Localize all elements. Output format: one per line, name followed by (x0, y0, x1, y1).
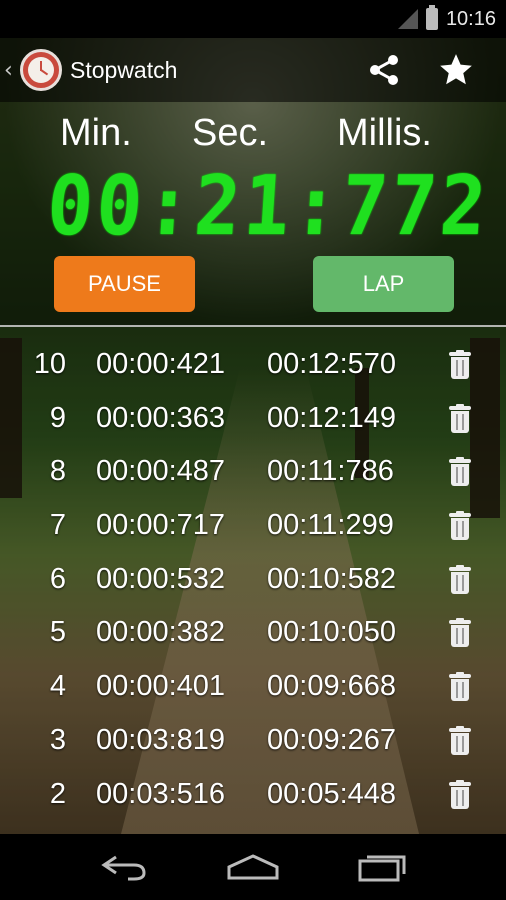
action-bar: ‹ Stopwatch (0, 38, 506, 102)
lap-split-time: 00:00:421 (96, 348, 226, 380)
lap-split-time: 00:00:717 (96, 509, 226, 542)
clock-app-icon[interactable] (20, 49, 62, 91)
trash-icon[interactable] (449, 403, 471, 434)
lap-row: 7 00:00:717 00:11:299 (0, 499, 506, 553)
lap-total-time: 00:11:299 (267, 509, 394, 542)
status-time: 10:16 (445, 7, 496, 30)
back-button[interactable] (94, 847, 154, 887)
lap-total-time: 00:12:149 (267, 401, 397, 434)
up-chevron-icon[interactable]: ‹ (4, 58, 14, 83)
lap-number: 2 (49, 777, 66, 810)
lap-total-time: 00:05:448 (267, 777, 397, 810)
lap-total-time: 00:10:582 (267, 562, 397, 595)
lap-row: 9 00:00:363 00:12:149 (0, 392, 506, 446)
trash-icon[interactable] (449, 725, 471, 756)
trash-icon[interactable] (449, 457, 471, 487)
pause-button[interactable]: PAUSE (54, 256, 195, 312)
back-icon (101, 855, 146, 881)
lap-list: 10 00:00:421 00:12:570 9 00:00:363 00:12:149 8… (0, 338, 506, 821)
lap-number: 8 (49, 455, 66, 488)
home-button[interactable] (223, 847, 283, 887)
lap-row: 4 00:00:401 00:09:668 (0, 660, 506, 714)
trash-icon[interactable] (449, 672, 471, 702)
recents-button[interactable] (352, 847, 412, 887)
share-icon (370, 55, 398, 85)
trash-icon[interactable] (449, 779, 471, 810)
lap-row: 10 00:00:421 00:12:570 (0, 338, 506, 392)
lap-number: 3 (49, 723, 66, 756)
app-title[interactable]: Stopwatch (70, 57, 177, 84)
lap-row: 6 00:00:532 00:10:582 (0, 553, 506, 607)
favorite-button[interactable] (434, 48, 478, 92)
lap-split-time: 00:03:819 (96, 723, 226, 756)
lap-button[interactable]: LAP (313, 256, 454, 312)
lap-number: 10 (33, 348, 66, 380)
lap-row: 5 00:00:382 00:10:050 (0, 606, 506, 660)
lap-split-time: 00:00:382 (96, 616, 226, 649)
seconds-label: Sec. (192, 112, 269, 154)
lap-split-time: 00:00:401 (96, 670, 226, 703)
star-icon (440, 54, 472, 85)
lap-split-time: 00:00:487 (96, 455, 226, 488)
status-bar: 10:16 (0, 0, 506, 38)
lap-row: 8 00:00:487 00:11:786 (0, 445, 506, 499)
lap-split-time: 00:00:363 (96, 401, 226, 434)
minutes-label: Min. (60, 112, 132, 154)
lap-row: 2 00:03:516 00:05:448 (0, 768, 506, 822)
lap-number: 6 (49, 562, 66, 595)
trash-icon[interactable] (449, 618, 471, 648)
divider (0, 325, 506, 327)
lap-total-time: 00:09:267 (267, 723, 397, 756)
lap-split-time: 00:03:516 (96, 777, 226, 810)
recents-icon (358, 855, 406, 882)
lap-number: 4 (49, 670, 66, 703)
lap-number: 7 (49, 509, 66, 542)
lap-split-time: 00:00:532 (96, 562, 226, 595)
lap-row: 3 00:03:819 00:09:267 (0, 714, 506, 768)
lap-number: 5 (49, 616, 66, 649)
trash-icon[interactable] (449, 511, 471, 541)
lap-total-time: 00:09:668 (267, 670, 397, 703)
lap-number: 9 (49, 401, 66, 434)
trash-icon[interactable] (449, 350, 471, 380)
elapsed-time-display: 00:21:772 (44, 159, 493, 254)
share-button[interactable] (362, 48, 406, 92)
lap-total-time: 00:12:570 (267, 348, 397, 380)
trash-icon[interactable] (449, 564, 471, 595)
home-icon (227, 854, 279, 880)
lap-total-time: 00:10:050 (267, 616, 397, 649)
millis-label: Millis. (337, 112, 432, 154)
time-unit-labels: Min. Sec. Millis. (0, 110, 506, 158)
battery-icon (425, 5, 438, 30)
lap-total-time: 00:11:786 (267, 455, 394, 488)
navigation-bar (0, 834, 506, 900)
signal-icon (397, 9, 418, 29)
